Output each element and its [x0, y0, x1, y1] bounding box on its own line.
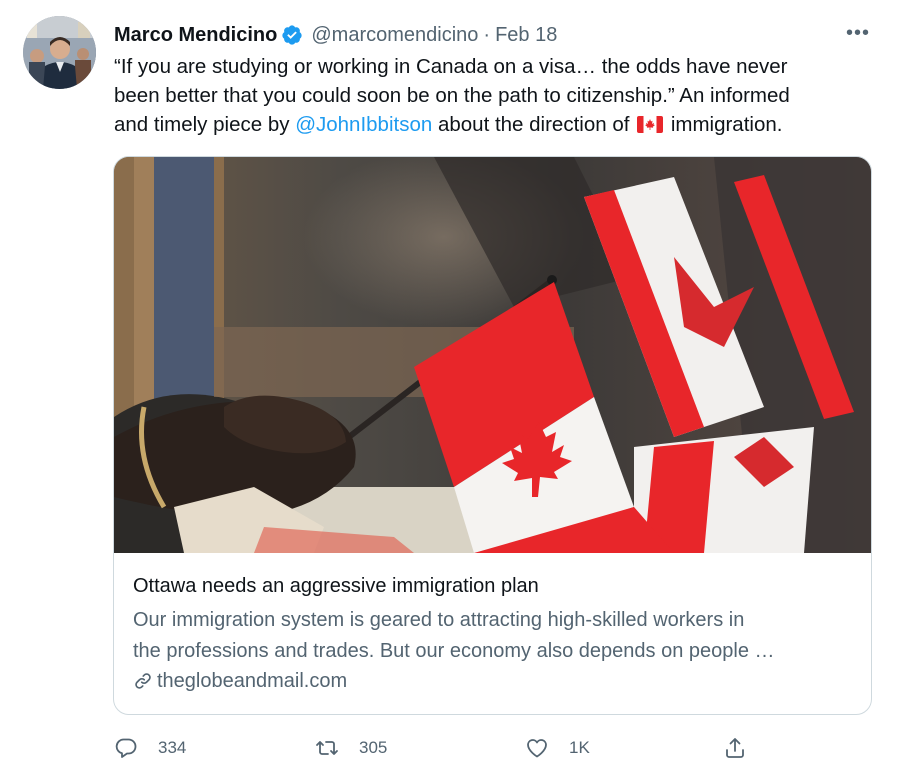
card-description-line: Our immigration system is geared to attr…: [133, 609, 745, 631]
retweet-button[interactable]: 305: [315, 733, 387, 763]
author-name[interactable]: Marco Mendicino: [114, 24, 277, 47]
share-icon: [726, 738, 744, 758]
link-icon: [135, 673, 151, 689]
tweet-text-line: “If you are studying or working in Canad…: [114, 55, 788, 78]
card-domain[interactable]: theglobeandmail.com: [133, 667, 347, 695]
separator-dot: ·: [483, 23, 491, 46]
share-button[interactable]: [723, 733, 747, 763]
tweet-text-fragment: immigration.: [665, 113, 783, 136]
tweet-header: Marco Mendicino @marcomendicino · Feb 18: [114, 20, 557, 50]
author-handle[interactable]: @marcomendicino: [311, 24, 478, 47]
like-count: 1K: [569, 738, 590, 757]
canada-flag-emoji: [637, 116, 664, 133]
action-bar: 334 305 1K: [114, 733, 874, 763]
tweet-text-line: and timely piece by @JohnIbbitson about …: [114, 110, 884, 139]
reply-count: 334: [158, 738, 187, 757]
retweet-icon: [316, 741, 338, 755]
avatar-photo: [23, 16, 96, 89]
tweet-text-fragment: and timely piece by: [114, 113, 296, 136]
retweet-count: 305: [359, 738, 388, 757]
card-description: Our immigration system is geared to attr…: [133, 605, 858, 667]
tweet[interactable]: Marco Mendicino @marcomendicino · Feb 18…: [0, 0, 897, 777]
card-title[interactable]: Ottawa needs an aggressive immigration p…: [133, 572, 853, 600]
like-button[interactable]: 1K: [525, 733, 590, 763]
tweet-date[interactable]: Feb 18: [495, 24, 557, 47]
card-description-line: the professions and trades. But our econ…: [133, 640, 775, 662]
verified-badge-icon: [282, 25, 302, 45]
card-image[interactable]: [114, 157, 871, 553]
like-icon: [527, 739, 547, 758]
reply-icon: [115, 738, 137, 758]
tweet-text: “If you are studying or working in Canad…: [114, 52, 884, 139]
avatar[interactable]: [23, 16, 96, 89]
link-card[interactable]: Ottawa needs an aggressive immigration p…: [113, 156, 872, 715]
more-icon[interactable]: •••: [842, 22, 874, 44]
reply-button[interactable]: 334: [114, 733, 186, 763]
tweet-text-line: been better that you could soon be on th…: [114, 84, 790, 107]
mention-link[interactable]: @JohnIbbitson: [295, 113, 432, 136]
tweet-text-fragment: about the direction of: [432, 113, 636, 136]
card-domain-text: theglobeandmail.com: [157, 670, 348, 692]
